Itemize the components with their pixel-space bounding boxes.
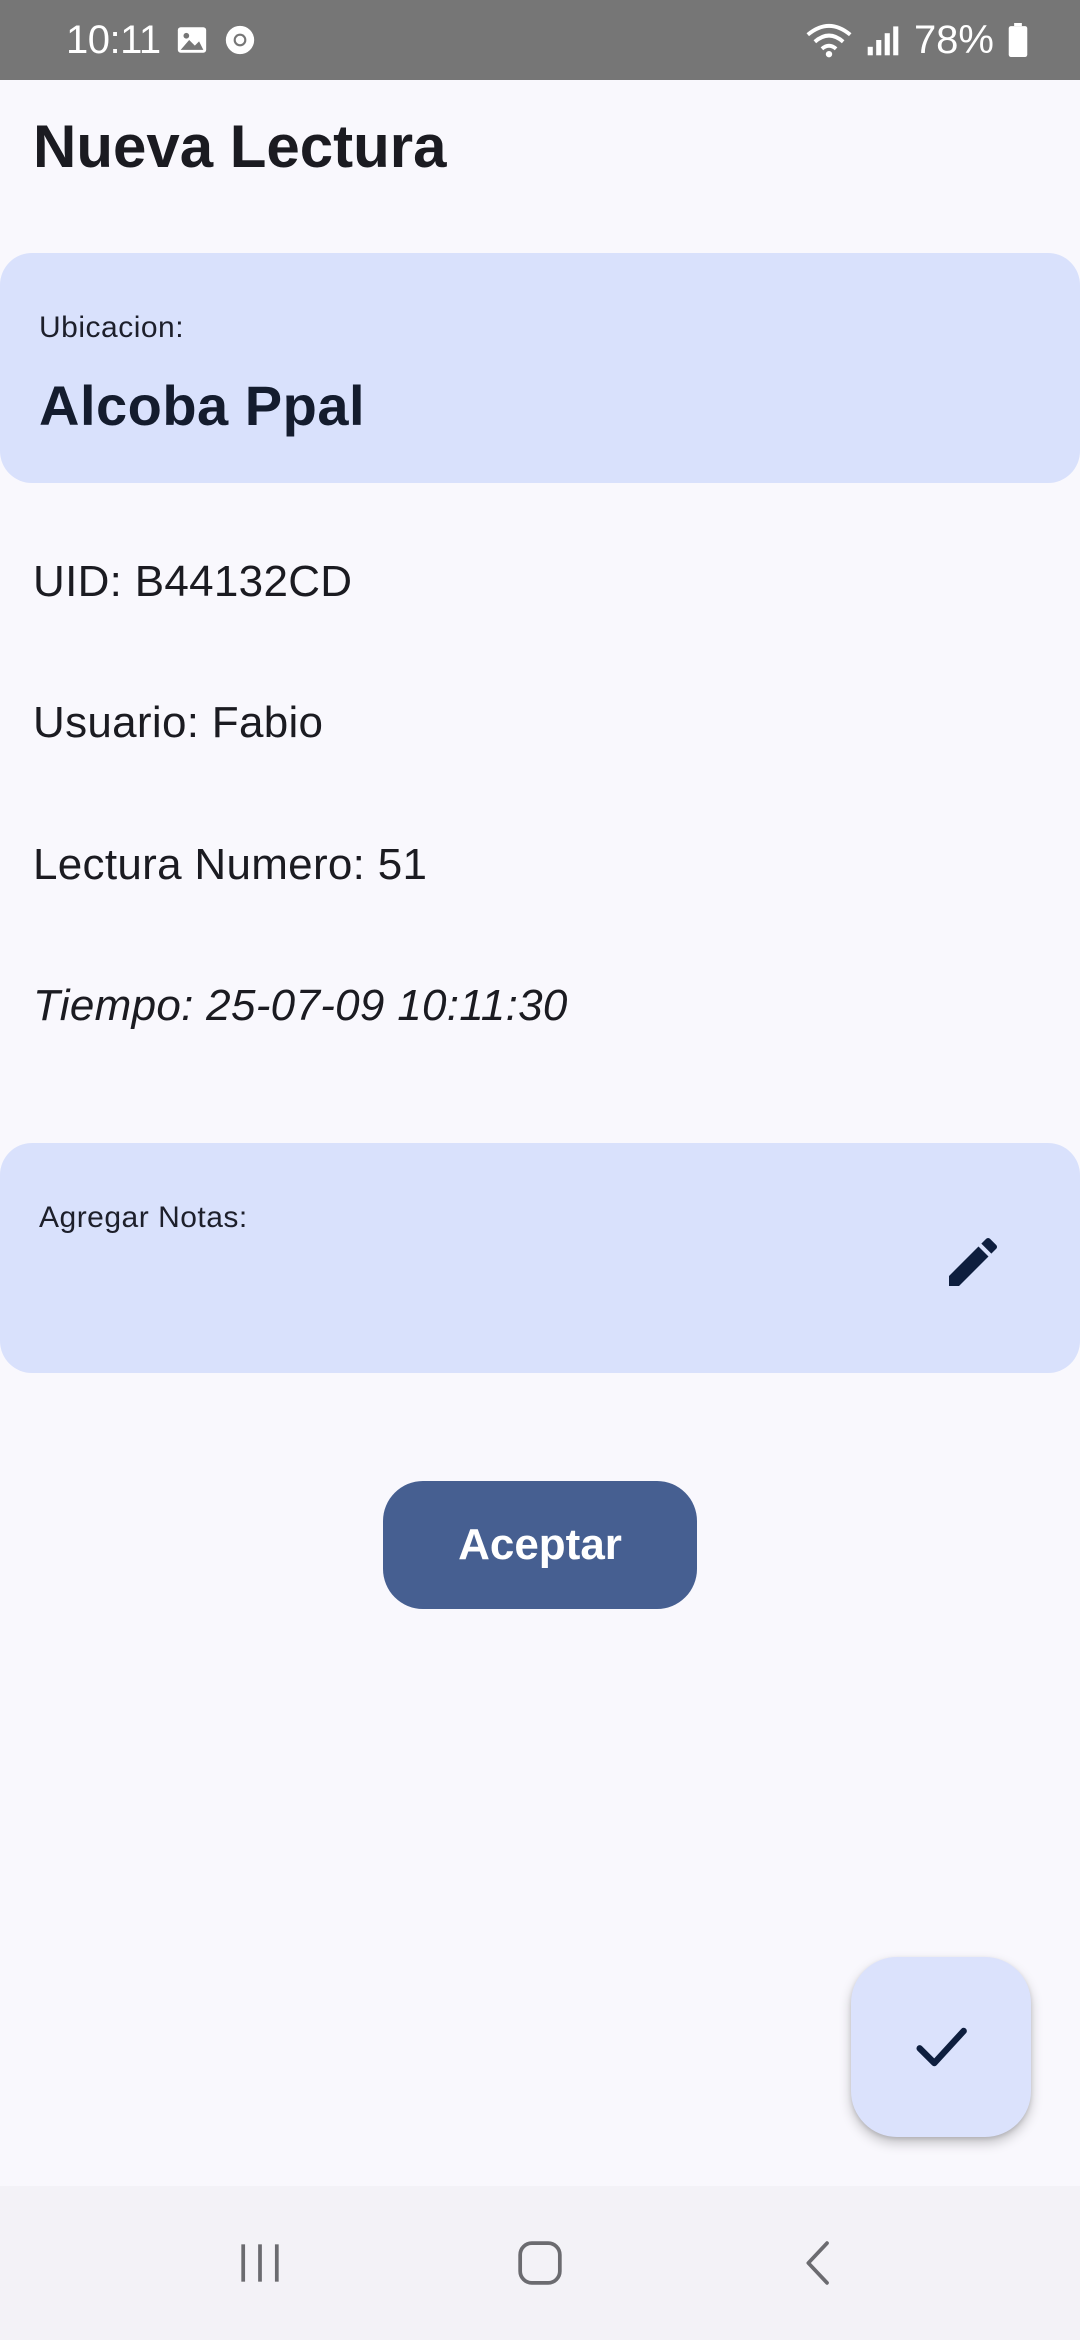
back-icon — [806, 2241, 829, 2285]
user-text: Usuario: Fabio — [33, 698, 324, 747]
check-icon — [916, 2027, 967, 2067]
status-bar-left: 10:11 — [66, 18, 257, 63]
status-time: 10:11 — [66, 17, 161, 62]
status-bar: 10:11 78% — [0, 0, 1080, 80]
battery-percent: 78% — [913, 17, 994, 62]
recent-apps-button[interactable] — [200, 2213, 320, 2313]
system-nav-bar — [0, 2186, 1080, 2340]
app-screen: 10:11 78% Nueva Lectura Ubicacion: Alcob — [0, 0, 1080, 2340]
page-title: Nueva Lectura — [33, 113, 447, 180]
location-label: Ubicacion: — [39, 311, 185, 344]
confirm-fab[interactable] — [851, 1957, 1031, 2137]
home-button[interactable] — [480, 2213, 600, 2313]
chrome-icon — [223, 23, 257, 57]
notes-label: Agregar Notas: — [39, 1201, 248, 1234]
signal-icon — [866, 23, 900, 57]
location-card: Ubicacion: Alcoba Ppal — [0, 253, 1080, 483]
status-bar-right: 78% — [806, 18, 1028, 63]
time-text: Tiempo: 25-07-09 10:11:30 — [33, 981, 568, 1030]
accept-button[interactable]: Aceptar — [383, 1481, 697, 1609]
pencil-icon — [949, 1237, 998, 1286]
back-button[interactable] — [760, 2213, 880, 2313]
location-value: Alcoba Ppal — [39, 374, 366, 437]
uid-text: UID: B44132CD — [33, 557, 353, 606]
battery-icon — [1008, 23, 1028, 57]
edit-notes-button[interactable] — [938, 1227, 1008, 1297]
notes-card[interactable]: Agregar Notas: — [0, 1143, 1080, 1373]
gallery-icon — [175, 23, 209, 57]
home-icon — [518, 2241, 562, 2285]
wifi-icon — [806, 22, 852, 58]
recent-apps-icon — [241, 2244, 279, 2282]
reading-number-text: Lectura Numero: 51 — [33, 840, 428, 889]
